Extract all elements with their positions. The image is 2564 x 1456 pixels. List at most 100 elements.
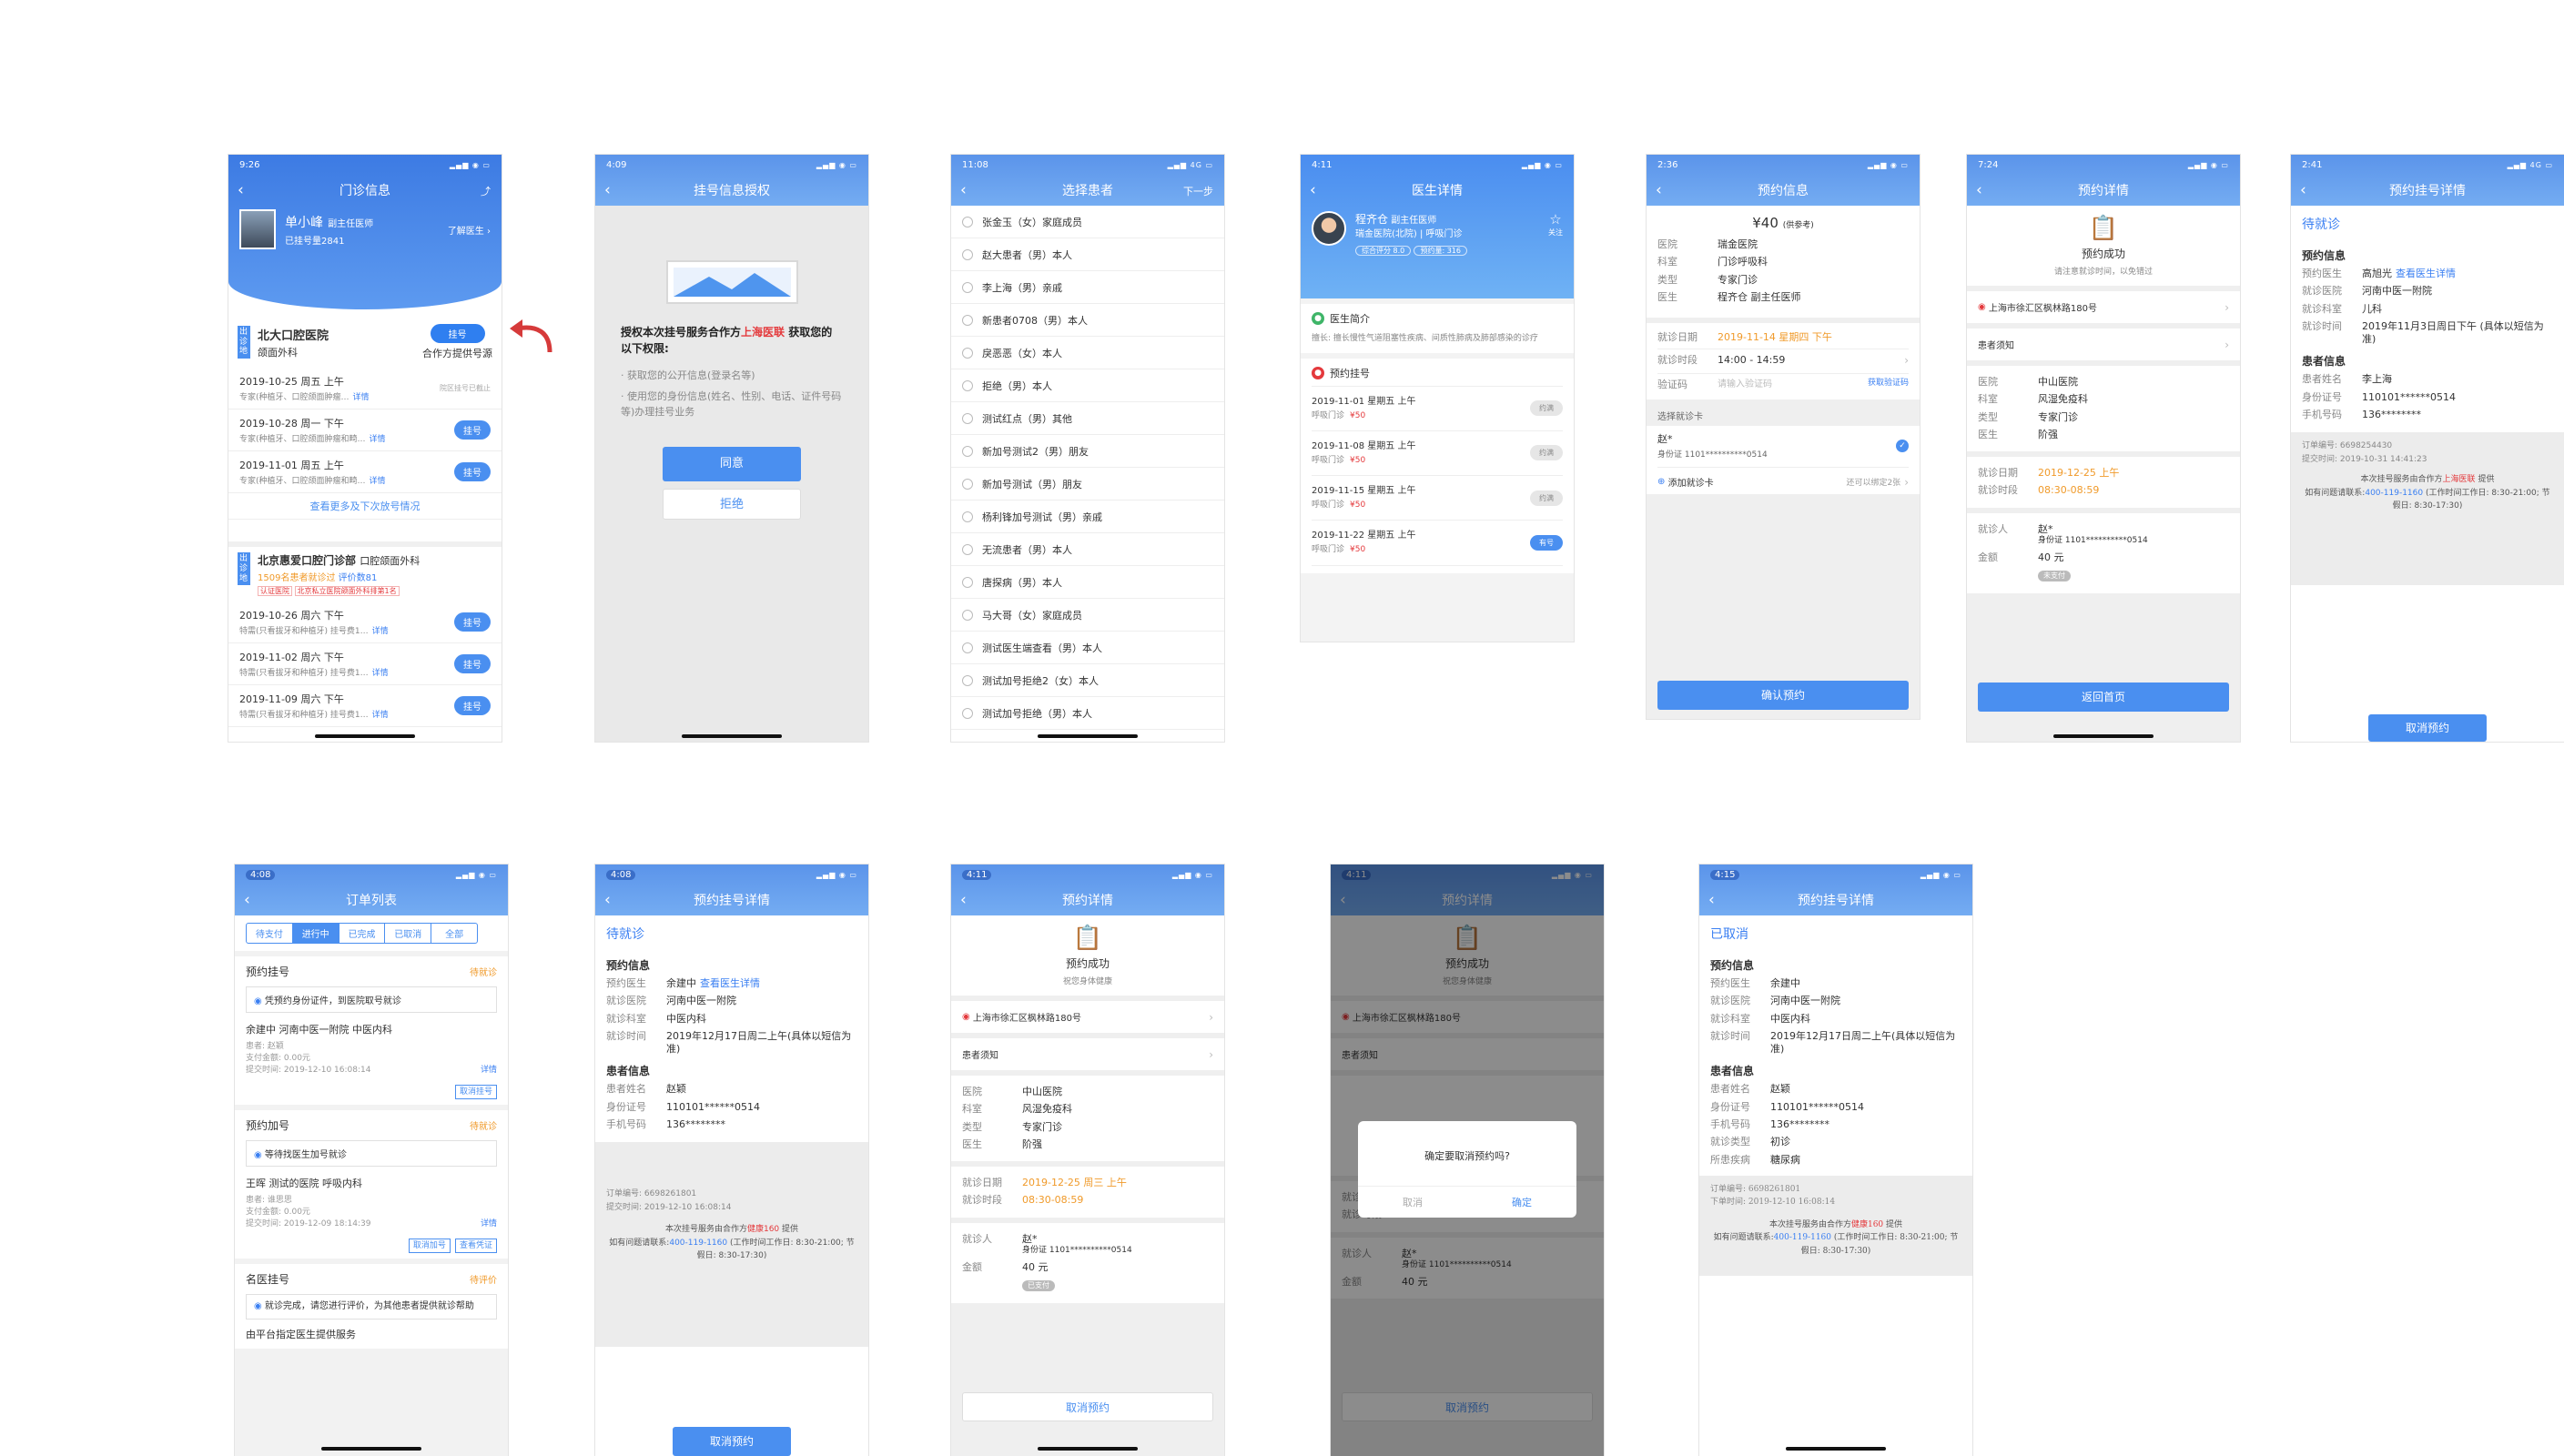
radio-icon[interactable] [962, 412, 973, 424]
doctor-detail-link[interactable]: 查看医生详情 [2396, 268, 2456, 279]
order-card-2: 预约加号 待就诊 ◉ 等待找医生加号就诊 王晖 测试的医院 呼吸内科 患者: 谁思… [235, 1110, 508, 1259]
get-code-button[interactable]: 获取验证码 [1868, 379, 1909, 391]
order-tab[interactable]: 全部 [431, 924, 477, 943]
detail-link[interactable]: 详情 [481, 1063, 497, 1075]
patient-item[interactable]: 戾恶恶（女）本人 [951, 337, 1224, 369]
back-icon[interactable]: ‹ [1708, 891, 1715, 909]
cancel-booking-button[interactable]: 取消预约 [2368, 714, 2487, 742]
radio-icon[interactable] [962, 347, 973, 359]
cancel-register-button[interactable]: 取消挂号 [454, 1085, 497, 1099]
rating-count[interactable]: 评价数81 [339, 573, 378, 583]
address-row[interactable]: ◉ 上海市徐汇区枫林路180号 › [1967, 291, 2240, 323]
patient-item[interactable]: 测试加号拒绝2（女）本人 [951, 664, 1224, 697]
star-icon[interactable]: ☆ [1548, 211, 1563, 228]
back-icon[interactable]: ‹ [1656, 181, 1662, 199]
dialog-ok-button[interactable]: 确定 [1467, 1195, 1576, 1209]
patient-item[interactable]: 杨利锋加号测试（男）亲戚 [951, 500, 1224, 533]
back-icon[interactable]: ‹ [960, 891, 967, 909]
agree-button[interactable]: 同意 [663, 447, 801, 482]
patient-item[interactable]: 新加号测试（男）朋友 [951, 468, 1224, 500]
back-icon[interactable]: ‹ [244, 891, 250, 909]
order-tab[interactable]: 已完成 [338, 924, 385, 943]
full-button[interactable]: 约满 [1530, 400, 1563, 417]
service-phone[interactable]: 400-119-1160 [1774, 1233, 1831, 1242]
guide-row[interactable]: 患者须知 › [951, 1038, 1224, 1070]
radio-icon[interactable] [962, 511, 973, 522]
radio-icon[interactable] [962, 543, 973, 555]
slot-value[interactable]: 14:00 - 14:59 [1718, 354, 1785, 369]
radio-icon[interactable] [962, 379, 973, 391]
service-phone[interactable]: 400-119-1160 [669, 1239, 727, 1248]
patient-item[interactable]: 马大哥（女）家庭成员 [951, 599, 1224, 632]
patient-item[interactable]: 测试红点（男）其他 [951, 402, 1224, 435]
doctor-detail-link[interactable]: 查看医生详情 [700, 977, 760, 989]
home-button[interactable]: 返回首页 [1978, 682, 2229, 712]
share-icon[interactable]: ⤴ [481, 184, 491, 198]
register-button[interactable]: 挂号 [454, 462, 491, 481]
detail-link[interactable]: 详情 [372, 669, 389, 678]
detail-link[interactable]: 详情 [481, 1217, 497, 1228]
patient-item[interactable]: 无流患者（男）本人 [951, 533, 1224, 566]
detail-link[interactable]: 详情 [370, 477, 386, 486]
radio-icon[interactable] [962, 707, 973, 719]
guide-row[interactable]: 患者须知 › [1967, 329, 2240, 360]
next-button[interactable]: 下一步 [1183, 184, 1213, 198]
order-tab[interactable]: 已取消 [384, 924, 431, 943]
patient-item[interactable]: 新患者0708（男）本人 [951, 304, 1224, 337]
radio-icon[interactable] [962, 609, 973, 621]
patient-item[interactable]: 新加号测试2（男）朋友 [951, 435, 1224, 468]
radio-icon[interactable] [962, 674, 973, 686]
address-row[interactable]: ◉ 上海市徐汇区枫林路180号 › [951, 1001, 1224, 1033]
register-button[interactable]: 挂号 [454, 420, 491, 440]
register-button[interactable]: 挂号 [454, 696, 491, 715]
radio-icon[interactable] [962, 642, 973, 653]
order-tab[interactable]: 待支付 [247, 924, 292, 943]
full-button[interactable]: 约满 [1530, 445, 1563, 461]
back-icon[interactable]: ‹ [1976, 181, 1982, 199]
detail-link[interactable]: 详情 [370, 435, 386, 444]
patient-item[interactable]: 唐探病（男）本人 [951, 566, 1224, 599]
back-icon[interactable]: ‹ [604, 181, 611, 199]
add-card-row[interactable]: ⊕ 添加就诊卡 还可以绑定2张 › [1657, 468, 1909, 490]
cancel-add-button[interactable]: 取消加号 [408, 1239, 451, 1253]
patient-item[interactable]: 测试加号拒绝（男）本人 [951, 697, 1224, 730]
more-link[interactable]: 查看更多及下次放号情况 [228, 493, 502, 520]
full-button[interactable]: 约满 [1530, 490, 1563, 506]
radio-icon[interactable] [962, 281, 973, 293]
available-button[interactable]: 有号 [1530, 535, 1563, 551]
detail-link[interactable]: 详情 [372, 711, 389, 720]
confirm-button[interactable]: 确认预约 [1657, 681, 1909, 710]
schedule-row: 2019-11-01 周五 上午 专家(种植牙、口腔颌面肿瘤和畸… 详情 挂号 [228, 451, 502, 493]
back-icon[interactable]: ‹ [1310, 181, 1316, 199]
detail-link[interactable]: 详情 [372, 627, 389, 636]
register-button[interactable]: 挂号 [454, 654, 491, 673]
service-phone[interactable]: 400-119-1160 [2365, 489, 2423, 498]
patient-item[interactable]: 李上海（男）亲戚 [951, 271, 1224, 304]
check-icon[interactable]: ✓ [1896, 439, 1909, 452]
know-doctor-link[interactable]: 了解医生 › [448, 223, 491, 237]
radio-icon[interactable] [962, 478, 973, 490]
patient-item[interactable]: 赵大患者（男）本人 [951, 238, 1224, 271]
cancel-booking-button[interactable]: 取消预约 [962, 1392, 1213, 1421]
reject-button[interactable]: 拒绝 [663, 489, 801, 521]
back-icon[interactable]: ‹ [604, 891, 611, 909]
radio-icon[interactable] [962, 314, 973, 326]
dialog-cancel-button[interactable]: 取消 [1358, 1195, 1467, 1209]
patient-item[interactable]: 测试医生端查看（男）本人 [951, 632, 1224, 664]
back-icon[interactable]: ‹ [238, 181, 244, 199]
radio-icon[interactable] [962, 248, 973, 260]
view-voucher-button[interactable]: 查看凭证 [454, 1239, 497, 1253]
register-button[interactable]: 挂号 [454, 612, 491, 632]
back-icon[interactable]: ‹ [2300, 181, 2306, 199]
order-tab[interactable]: 进行中 [291, 924, 339, 943]
code-input[interactable]: 请输入验证码 [1718, 379, 1772, 391]
detail-link[interactable]: 详情 [353, 393, 370, 402]
cancel-booking-button[interactable]: 取消预约 [673, 1427, 791, 1456]
back-icon[interactable]: ‹ [960, 181, 967, 199]
radio-icon[interactable] [962, 445, 973, 457]
patient-item[interactable]: 张金玉（女）家庭成员 [951, 206, 1224, 238]
radio-icon[interactable] [962, 576, 973, 588]
radio-icon[interactable] [962, 216, 973, 228]
patient-item[interactable]: 拒绝（男）本人 [951, 369, 1224, 402]
register-button[interactable]: 挂号 [430, 324, 485, 343]
